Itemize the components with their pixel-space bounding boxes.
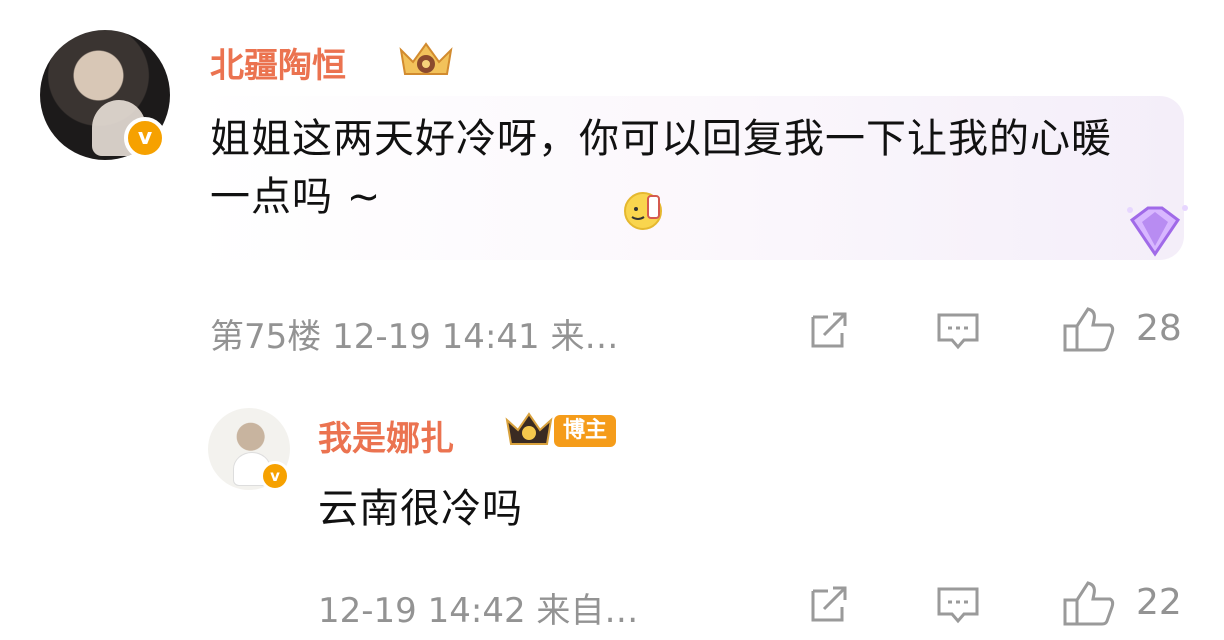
like-count: 28 <box>1136 308 1182 349</box>
crown-badge-icon <box>505 412 553 445</box>
reply-text: 云南很冷吗 <box>318 486 523 532</box>
like-icon[interactable] <box>1060 579 1118 629</box>
crown-badge-icon <box>399 42 453 75</box>
verified-icon: v <box>124 117 166 159</box>
verified-icon: v <box>260 461 290 491</box>
comment-meta: 12-19 14:42 来自… <box>318 591 639 631</box>
share-icon[interactable] <box>806 583 854 627</box>
comment-icon[interactable] <box>934 309 982 353</box>
emoji-icon <box>624 192 662 230</box>
comment-text: 姐姐这两天好冷呀，你可以回复我一下让我的心暖一点吗 ~ <box>210 116 1112 220</box>
blogger-badge: 博主 <box>554 415 617 447</box>
username[interactable]: 我是娜扎 <box>318 411 454 460</box>
diamond-icon <box>1127 205 1188 257</box>
username[interactable]: 北疆陶恒 <box>210 38 346 87</box>
like-icon[interactable] <box>1060 305 1118 355</box>
share-icon[interactable] <box>806 309 854 353</box>
like-count: 22 <box>1136 582 1182 623</box>
comment-meta: 第75楼 12-19 14:41 来… <box>210 317 619 357</box>
comment-icon[interactable] <box>934 583 982 627</box>
